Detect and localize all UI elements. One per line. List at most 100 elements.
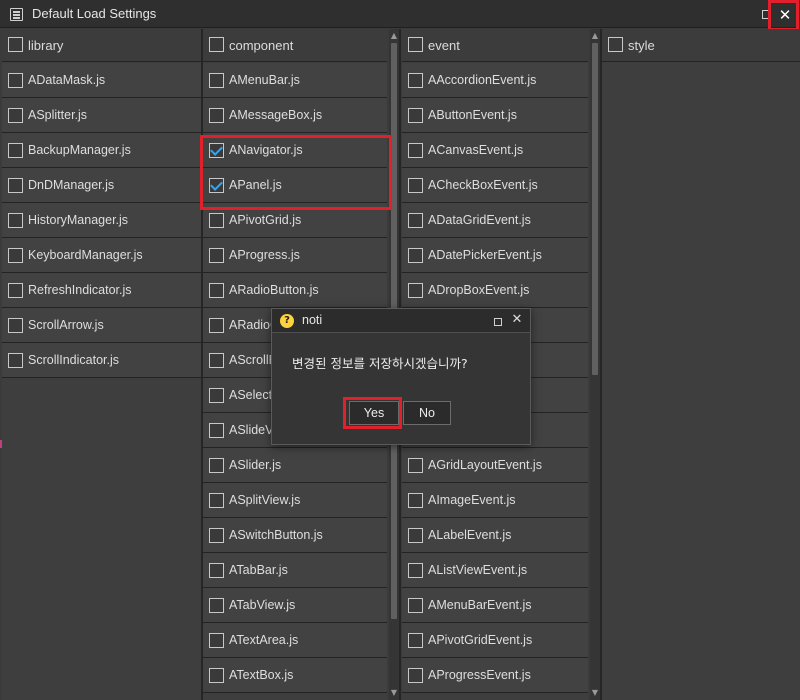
component-list-item[interactable]: ASplitView.js [203, 483, 387, 518]
checkbox[interactable] [209, 528, 224, 543]
library-list-item[interactable]: ADataMask.js [2, 63, 201, 98]
checkbox[interactable] [209, 283, 224, 298]
checkbox[interactable] [408, 598, 423, 613]
checked-checkbox[interactable] [209, 143, 224, 158]
component-list-item[interactable]: ASlider.js [203, 448, 387, 483]
library-list-item[interactable]: ASplitter.js [2, 98, 201, 133]
checkbox[interactable] [408, 528, 423, 543]
checkbox[interactable] [408, 283, 423, 298]
library-item-label: ScrollIndicator.js [28, 353, 120, 367]
checkbox[interactable] [209, 493, 224, 508]
event-list-item[interactable]: ALabelEvent.js [402, 518, 588, 553]
component-list-item[interactable]: ARadioButton.js [203, 273, 387, 308]
checkbox[interactable] [209, 633, 224, 648]
library-list-item[interactable]: BackupManager.js [2, 133, 201, 168]
checkbox[interactable] [209, 668, 224, 683]
dialog-titlebar[interactable]: ? noti ✕ [272, 309, 530, 333]
checkbox[interactable] [209, 248, 224, 263]
library-list-item[interactable]: KeyboardManager.js [2, 238, 201, 273]
checkbox[interactable] [408, 213, 423, 228]
component-list-item[interactable]: ATextBox.js [203, 658, 387, 693]
style-select-all-checkbox[interactable] [608, 37, 623, 52]
scroll-up-icon[interactable]: ▲ [389, 31, 399, 41]
yes-button[interactable]: Yes [349, 401, 399, 425]
checkbox[interactable] [8, 353, 23, 368]
scroll-down-icon[interactable]: ▼ [590, 688, 600, 698]
event-list-item[interactable]: AListViewEvent.js [402, 553, 588, 588]
event-list-item[interactable]: AMenuBarEvent.js [402, 588, 588, 623]
library-list-item[interactable]: DnDManager.js [2, 168, 201, 203]
checkbox[interactable] [408, 493, 423, 508]
component-select-all-checkbox[interactable] [209, 37, 224, 52]
event-list-item[interactable]: AButtonEvent.js [402, 98, 588, 133]
component-list-item[interactable]: APanel.js [203, 168, 387, 203]
checkbox[interactable] [408, 143, 423, 158]
scroll-down-icon[interactable]: ▼ [389, 688, 399, 698]
no-button[interactable]: No [403, 401, 451, 425]
window-titlebar[interactable]: Default Load Settings ✕ [0, 0, 800, 28]
library-list-item[interactable]: ScrollArrow.js [2, 308, 201, 343]
dialog-close-button[interactable]: ✕ [510, 312, 524, 328]
component-list-item[interactable]: ATextArea.js [203, 623, 387, 658]
scroll-up-icon[interactable]: ▲ [590, 31, 600, 41]
checkbox[interactable] [209, 598, 224, 613]
event-scrollbar[interactable]: ▲ ▼ [590, 29, 600, 700]
event-list-item[interactable]: APivotGridEvent.js [402, 623, 588, 658]
event-list-item[interactable]: ADataGridEvent.js [402, 203, 588, 238]
checkbox[interactable] [8, 73, 23, 88]
checkbox[interactable] [209, 388, 224, 403]
checkbox[interactable] [209, 563, 224, 578]
component-list-item[interactable]: ATabView.js [203, 588, 387, 623]
event-list-item[interactable]: AGridLayoutEvent.js [402, 448, 588, 483]
maximize-button[interactable] [762, 10, 770, 19]
library-list-item[interactable]: RefreshIndicator.js [2, 273, 201, 308]
checkbox[interactable] [408, 633, 423, 648]
checkbox[interactable] [408, 73, 423, 88]
event-list-item[interactable]: AImageEvent.js [402, 483, 588, 518]
style-header-label: style [628, 38, 655, 53]
component-item-label: ANavigator.js [229, 143, 303, 157]
library-list-item[interactable]: HistoryManager.js [2, 203, 201, 238]
event-list-item[interactable]: AProgressEvent.js [402, 658, 588, 693]
component-list-item[interactable]: AMenuBar.js [203, 63, 387, 98]
component-list-item[interactable]: AMessageBox.js [203, 98, 387, 133]
checkbox[interactable] [8, 143, 23, 158]
checkbox[interactable] [209, 108, 224, 123]
checkbox[interactable] [408, 458, 423, 473]
library-list-item[interactable]: ScrollIndicator.js [2, 343, 201, 378]
checkbox[interactable] [209, 458, 224, 473]
checkbox[interactable] [8, 283, 23, 298]
checkbox[interactable] [408, 563, 423, 578]
library-select-all-checkbox[interactable] [8, 37, 23, 52]
checked-checkbox[interactable] [209, 178, 224, 193]
checkbox[interactable] [408, 108, 423, 123]
checkbox[interactable] [408, 248, 423, 263]
scrollbar-thumb[interactable] [592, 43, 598, 375]
event-select-all-checkbox[interactable] [408, 37, 423, 52]
component-list-item[interactable]: ASwitchButton.js [203, 518, 387, 553]
close-button[interactable]: ✕ [772, 2, 798, 28]
checkbox[interactable] [209, 213, 224, 228]
checkbox[interactable] [8, 178, 23, 193]
event-list-item[interactable]: ADatePickerEvent.js [402, 238, 588, 273]
component-list-item[interactable]: APivotGrid.js [203, 203, 387, 238]
event-list-item[interactable]: ADropBoxEvent.js [402, 273, 588, 308]
component-list-item[interactable]: ANavigator.js [203, 133, 387, 168]
checkbox[interactable] [408, 668, 423, 683]
checkbox[interactable] [209, 73, 224, 88]
event-list-item[interactable]: ACheckBoxEvent.js [402, 168, 588, 203]
checkbox[interactable] [8, 318, 23, 333]
dialog-maximize-button[interactable] [494, 318, 502, 326]
checkbox[interactable] [408, 178, 423, 193]
checkbox[interactable] [209, 318, 224, 333]
component-list-item[interactable]: AProgress.js [203, 238, 387, 273]
event-list-item[interactable]: AAccordionEvent.js [402, 63, 588, 98]
checkbox[interactable] [209, 353, 224, 368]
checkbox[interactable] [8, 108, 23, 123]
component-list-item[interactable]: ATabBar.js [203, 553, 387, 588]
checkbox[interactable] [8, 248, 23, 263]
checkbox[interactable] [8, 213, 23, 228]
event-list-item[interactable]: ACanvasEvent.js [402, 133, 588, 168]
event-item-label: ACheckBoxEvent.js [428, 178, 538, 192]
checkbox[interactable] [209, 423, 224, 438]
